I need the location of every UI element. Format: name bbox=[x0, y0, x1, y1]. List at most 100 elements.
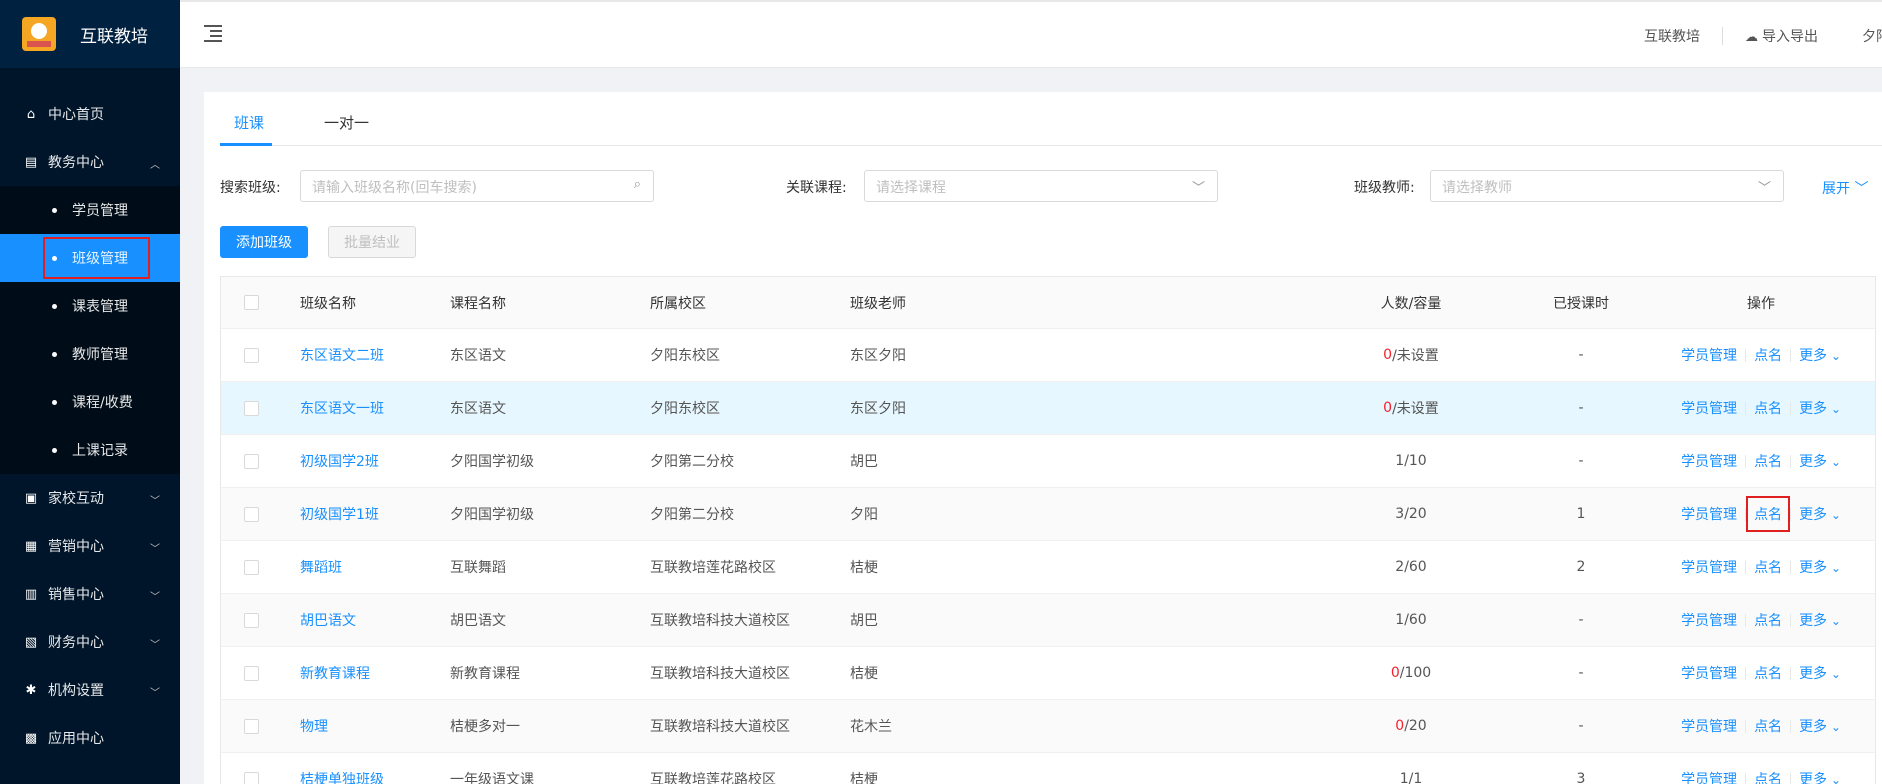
academic-submenu: 学员管理 班级管理 课表管理 教师管理 课程/收费 上课记录 bbox=[0, 186, 180, 474]
menu-fold-icon[interactable] bbox=[204, 24, 224, 42]
class-name-link[interactable]: 东区语文二班 bbox=[300, 329, 384, 381]
more-actions-dropdown[interactable]: 更多 bbox=[1799, 398, 1841, 418]
import-export-button[interactable]: ☁ 导入导出 bbox=[1723, 26, 1840, 46]
class-search-input[interactable]: 请输入班级名称(回车搜索) ⌕ bbox=[300, 170, 654, 202]
student-management-link[interactable]: 学员管理 bbox=[1681, 398, 1737, 418]
batch-graduate-button[interactable]: 批量结业 bbox=[328, 226, 416, 258]
student-management-link[interactable]: 学员管理 bbox=[1681, 504, 1737, 524]
row-checkbox[interactable] bbox=[244, 400, 259, 416]
sidebar-item-academic[interactable]: ▤ 教务中心 ︿ bbox=[0, 138, 180, 186]
sidebar-menu: ⌂ 中心首页 ▤ 教务中心 ︿ 学员管理 班级管理 课表管理 教师管理 课程/收… bbox=[0, 90, 180, 762]
sidebar-item-org-settings[interactable]: ✱ 机构设置 ﹀ bbox=[0, 666, 180, 714]
sidebar-item-courses-fees[interactable]: 课程/收费 bbox=[0, 378, 180, 426]
search-icon[interactable]: ⌕ bbox=[634, 177, 641, 192]
tabs: 班课 一对一 bbox=[220, 92, 1882, 146]
student-management-link[interactable]: 学员管理 bbox=[1681, 716, 1737, 736]
row-checkbox[interactable] bbox=[244, 347, 259, 363]
sidebar-item-classes[interactable]: 班级管理 bbox=[0, 234, 180, 282]
add-class-button[interactable]: 添加班级 bbox=[220, 226, 308, 258]
sidebar-item-label: 教务中心 bbox=[48, 155, 104, 171]
more-actions-dropdown[interactable]: 更多 bbox=[1799, 557, 1841, 577]
table-header: 班级名称 课程名称 所属校区 班级老师 人数/容量 已授课时 操作 bbox=[221, 277, 1875, 329]
gear-icon: ✱ bbox=[25, 682, 37, 698]
more-actions-dropdown[interactable]: 更多 bbox=[1799, 769, 1841, 784]
sidebar-item-marketing[interactable]: ▦ 营销中心 ﹀ bbox=[0, 522, 180, 570]
row-select-cell bbox=[244, 541, 259, 593]
col-teacher: 班级老师 bbox=[850, 295, 906, 312]
rollcall-link[interactable]: 点名 bbox=[1754, 557, 1782, 577]
rollcall-link[interactable]: 点名 bbox=[1754, 398, 1782, 418]
teacher: 夕阳 bbox=[850, 507, 878, 523]
row-checkbox[interactable] bbox=[244, 665, 259, 681]
sidebar-item-lesson-records[interactable]: 上课记录 bbox=[0, 426, 180, 474]
row-checkbox[interactable] bbox=[244, 771, 259, 784]
sidebar-item-apps[interactable]: ▩ 应用中心 bbox=[0, 714, 180, 762]
expand-filters-button[interactable]: 展开 ﹀ bbox=[1822, 178, 1868, 198]
student-management-link[interactable]: 学员管理 bbox=[1681, 663, 1737, 683]
sidebar-item-sales[interactable]: ▥ 销售中心 ﹀ bbox=[0, 570, 180, 618]
student-management-link[interactable]: 学员管理 bbox=[1681, 451, 1737, 471]
class-name-link[interactable]: 物理 bbox=[300, 700, 328, 752]
rollcall-link[interactable]: 点名 bbox=[1746, 496, 1791, 532]
more-actions-dropdown[interactable]: 更多 bbox=[1799, 610, 1841, 630]
class-name-link[interactable]: 舞蹈班 bbox=[300, 541, 342, 593]
tab-group-class[interactable]: 班课 bbox=[234, 112, 264, 133]
campus: 互联教培科技大道校区 bbox=[650, 719, 790, 735]
table-row: 初级国学2班 夕阳国学初级 夕阳第二分校 胡巴 1 /10 - 学员管理 点名 更多 bbox=[221, 435, 1875, 488]
org-name[interactable]: 互联教培 bbox=[1622, 26, 1722, 46]
rollcall-link[interactable]: 点名 bbox=[1754, 716, 1782, 736]
student-management-link[interactable]: 学员管理 bbox=[1681, 769, 1737, 784]
rollcall-link[interactable]: 点名 bbox=[1754, 769, 1782, 784]
student-management-link[interactable]: 学员管理 bbox=[1681, 610, 1737, 630]
col-hours: 已授课时 bbox=[1553, 295, 1609, 312]
class-name-link[interactable]: 初级国学2班 bbox=[300, 435, 379, 487]
brand[interactable]: 互联教培 bbox=[0, 0, 180, 68]
teacher-select[interactable]: 请选择教师 ﹀ bbox=[1430, 170, 1784, 202]
class-name-link[interactable]: 新教育课程 bbox=[300, 647, 370, 699]
row-select-cell bbox=[244, 700, 259, 752]
student-management-link[interactable]: 学员管理 bbox=[1681, 345, 1737, 365]
rollcall-link[interactable]: 点名 bbox=[1754, 610, 1782, 630]
more-actions-dropdown[interactable]: 更多 bbox=[1799, 451, 1841, 471]
row-checkbox[interactable] bbox=[244, 612, 259, 628]
tab-one-on-one[interactable]: 一对一 bbox=[324, 112, 369, 133]
sidebar-item-home[interactable]: ⌂ 中心首页 bbox=[0, 90, 180, 138]
user-name[interactable]: 夕阳 bbox=[1840, 26, 1882, 46]
sidebar-item-home-school[interactable]: ▣ 家校互动 ﹀ bbox=[0, 474, 180, 522]
class-name-link[interactable]: 桔梗单独班级 bbox=[300, 753, 384, 784]
class-table: 班级名称 课程名称 所属校区 班级老师 人数/容量 已授课时 操作 东区语文二班… bbox=[220, 276, 1876, 784]
more-actions-dropdown[interactable]: 更多 bbox=[1799, 663, 1841, 683]
sidebar-item-finance[interactable]: ▧ 财务中心 ﹀ bbox=[0, 618, 180, 666]
row-checkbox[interactable] bbox=[244, 453, 259, 469]
teacher: 东区夕阳 bbox=[850, 401, 906, 417]
divider bbox=[1745, 719, 1747, 733]
class-name-link[interactable]: 初级国学1班 bbox=[300, 488, 379, 540]
sidebar-item-teachers[interactable]: 教师管理 bbox=[0, 330, 180, 378]
row-checkbox[interactable] bbox=[244, 718, 259, 734]
more-actions-dropdown[interactable]: 更多 bbox=[1799, 345, 1841, 365]
rollcall-link[interactable]: 点名 bbox=[1754, 451, 1782, 471]
col-count-capacity: 人数/容量 bbox=[1380, 295, 1442, 312]
select-all-checkbox[interactable] bbox=[244, 295, 259, 310]
rollcall-link[interactable]: 点名 bbox=[1754, 663, 1782, 683]
row-checkbox[interactable] bbox=[244, 559, 259, 575]
course-select[interactable]: 请选择课程 ﹀ bbox=[864, 170, 1218, 202]
more-actions-dropdown[interactable]: 更多 bbox=[1799, 716, 1841, 736]
teacher-label: 班级教师: bbox=[1354, 180, 1415, 196]
bullet-icon bbox=[52, 448, 57, 453]
import-export-label: 导入导出 bbox=[1762, 29, 1818, 45]
campus: 互联教培莲花路校区 bbox=[650, 772, 776, 784]
table-row: 东区语文二班 东区语文 夕阳东校区 东区夕阳 0 /未设置 - 学员管理 点名 更多 bbox=[221, 329, 1875, 382]
row-select-cell bbox=[244, 594, 259, 646]
sidebar-item-label: 机构设置 bbox=[48, 683, 104, 699]
teacher: 桔梗 bbox=[850, 560, 878, 576]
row-checkbox[interactable] bbox=[244, 506, 259, 522]
class-name-link[interactable]: 胡巴语文 bbox=[300, 594, 356, 646]
rollcall-link[interactable]: 点名 bbox=[1754, 345, 1782, 365]
student-management-link[interactable]: 学员管理 bbox=[1681, 557, 1737, 577]
class-name-link[interactable]: 东区语文一班 bbox=[300, 382, 384, 434]
sidebar-item-students[interactable]: 学员管理 bbox=[0, 186, 180, 234]
sidebar-item-schedule[interactable]: 课表管理 bbox=[0, 282, 180, 330]
capacity: /20 bbox=[1404, 718, 1427, 734]
more-actions-dropdown[interactable]: 更多 bbox=[1799, 504, 1841, 524]
